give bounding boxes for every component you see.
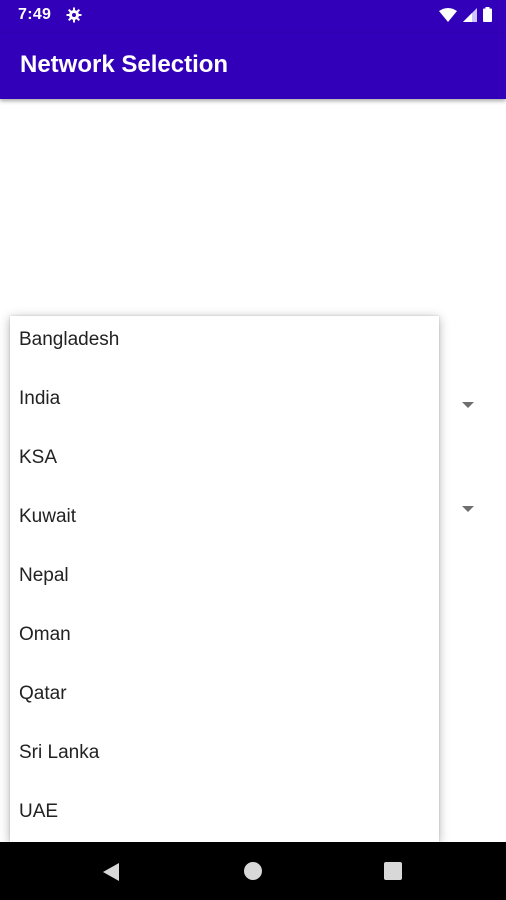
page-title: Network Selection	[20, 51, 229, 78]
status-bar: 7:49	[0, 0, 506, 33]
dropdown-item-india[interactable]: India	[10, 375, 439, 434]
navigation-bar	[0, 842, 506, 900]
dropdown-item-oman[interactable]: Oman	[10, 611, 439, 670]
dropdown-item-ksa[interactable]: KSA	[10, 434, 439, 493]
wifi-icon	[439, 7, 457, 27]
dropdown-item-kuwait[interactable]: Kuwait	[10, 493, 439, 552]
status-time: 7:49	[18, 6, 52, 23]
battery-icon	[483, 7, 492, 27]
country-spinner-arrow-icon[interactable]	[462, 402, 474, 408]
back-icon[interactable]	[102, 862, 120, 887]
cell-signal-icon	[463, 7, 477, 27]
network-spinner-arrow-icon[interactable]	[462, 506, 474, 512]
dropdown-item-nepal[interactable]: Nepal	[10, 552, 439, 611]
app-bar: Network Selection	[0, 33, 506, 99]
recents-icon[interactable]	[384, 862, 402, 880]
dropdown-item-sri-lanka[interactable]: Sri Lanka	[10, 729, 439, 788]
country-dropdown-list: Bangladesh India KSA Kuwait Nepal Oman Q…	[10, 316, 439, 842]
dropdown-item-uae[interactable]: UAE	[10, 788, 439, 842]
dropdown-item-qatar[interactable]: Qatar	[10, 670, 439, 729]
settings-gear-icon	[66, 7, 82, 28]
dropdown-item-bangladesh[interactable]: Bangladesh	[10, 316, 439, 375]
home-icon[interactable]	[244, 862, 262, 880]
